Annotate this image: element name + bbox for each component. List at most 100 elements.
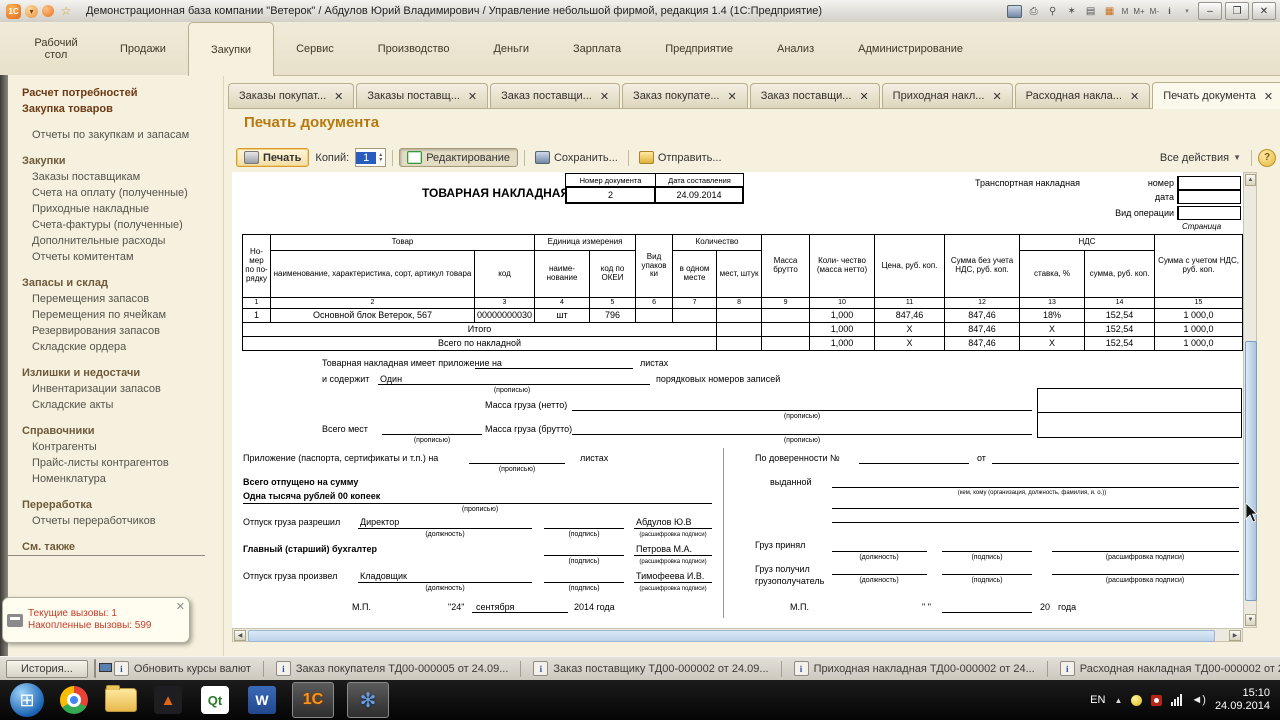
menu-tab-закупки[interactable]: Закупки	[187, 22, 275, 76]
sidebar-item[interactable]: Перемещения запасов	[8, 291, 223, 307]
sidebar-item[interactable]: Закупка товаров	[8, 101, 223, 117]
stepper-arrows-icon[interactable]: ▲ ▼	[376, 152, 385, 163]
tab-close-icon[interactable]: ✕	[728, 90, 737, 103]
taskbar-1c-icon[interactable]: 1С	[292, 682, 334, 718]
taskbar-explorer-icon[interactable]	[104, 683, 138, 717]
sidebar-item[interactable]: Приходные накладные	[8, 201, 223, 217]
memory-mminus-button[interactable]: M-	[1149, 4, 1160, 19]
document-tab[interactable]: Приходная накл... ✕	[881, 83, 1013, 108]
scroll-left-icon[interactable]: ◀	[234, 630, 246, 641]
menu-tab-рабочий-стол[interactable]: Рабочий стол	[14, 22, 98, 75]
info-icon[interactable]: i	[1163, 5, 1176, 18]
calculator-icon[interactable]: ▤	[1083, 4, 1099, 19]
statusbar-window-button[interactable]: i Обновить курсы валют	[108, 660, 257, 677]
sidebar-item[interactable]: Отчеты по закупкам и запасам	[8, 127, 223, 143]
sidebar-item[interactable]: Прайс-листы контрагентов	[8, 455, 223, 471]
scroll-down-icon[interactable]: ▼	[1245, 614, 1256, 626]
sidebar-item[interactable]: Заказы поставщикам	[8, 169, 223, 185]
sidebar-item[interactable]: Резервирования запасов	[8, 323, 223, 339]
sidebar-item[interactable]: Перемещения по ячейкам	[8, 307, 223, 323]
statusbar-window-button[interactable]: i Приходная накладная ТД00-000002 от 24..…	[788, 660, 1041, 677]
vertical-scrollbar[interactable]: ▲ ▼	[1243, 172, 1257, 628]
send-button[interactable]: Отправить...	[635, 149, 726, 166]
quick-access-icon[interactable]	[42, 5, 54, 17]
taskbar-start-icon[interactable]: ⊞	[10, 683, 44, 717]
menu-tab-производство[interactable]: Производство	[356, 22, 472, 75]
menu-tab-администрирование[interactable]: Администрирование	[836, 22, 985, 75]
scroll-right-icon[interactable]: ▶	[1229, 630, 1241, 641]
sidebar-item[interactable]: Счета-фактуры (полученные)	[8, 217, 223, 233]
sidebar-item[interactable]: Контрагенты	[8, 439, 223, 455]
sidebar-item[interactable]: Номенклатура	[8, 471, 223, 487]
print-button[interactable]: Печать	[236, 148, 310, 167]
menu-tab-предприятие[interactable]: Предприятие	[643, 22, 755, 75]
menu-tab-деньги[interactable]: Деньги	[471, 22, 551, 75]
tray-yellow-icon[interactable]	[1131, 694, 1143, 706]
all-actions-button[interactable]: Все действия ▼	[1156, 150, 1245, 166]
sidebar-item[interactable]: Отчеты переработчиков	[8, 513, 223, 529]
taskbar-chrome-icon[interactable]	[57, 683, 91, 717]
tab-close-icon[interactable]: ✕	[1264, 90, 1273, 103]
tab-close-icon[interactable]: ✕	[1130, 90, 1139, 103]
tab-close-icon[interactable]: ✕	[600, 90, 609, 103]
network-signal-icon[interactable]	[1171, 694, 1183, 706]
taskbar-qt-icon[interactable]: Qt	[198, 683, 232, 717]
sidebar-item[interactable]: Инвентаризации запасов	[8, 381, 223, 397]
print-icon[interactable]: ⎙	[1026, 4, 1042, 19]
tab-close-icon[interactable]: ✕	[334, 90, 343, 103]
save-icon[interactable]	[1007, 4, 1023, 19]
info-dropdown-icon[interactable]: ▾	[1179, 4, 1195, 19]
memory-m-button[interactable]: M	[1121, 4, 1130, 19]
statusbar-window-button[interactable]: i Заказ покупателя ТД00-000005 от 24.09..…	[270, 660, 514, 677]
document-tab[interactable]: Заказы покупат... ✕	[228, 83, 355, 108]
add-favorite-icon[interactable]: ✶	[1064, 4, 1080, 19]
sidebar-item[interactable]: Счета на оплату (полученные)	[8, 185, 223, 201]
notification-close-icon[interactable]: ✕	[176, 600, 185, 613]
tray-expand-icon[interactable]: ▲	[1114, 696, 1122, 705]
menu-tab-зарплата[interactable]: Зарплата	[551, 22, 643, 75]
vertical-scroll-thumb[interactable]	[1245, 341, 1257, 601]
history-button[interactable]: История...	[6, 659, 88, 678]
taskbar-clock[interactable]: 15:10 24.09.2014	[1215, 687, 1270, 713]
document-tab[interactable]: Расходная накла... ✕	[1014, 83, 1151, 108]
sidebar-item[interactable]: Дополнительные расходы	[8, 233, 223, 249]
sidebar-item[interactable]: Расчет потребностей	[8, 85, 223, 101]
document-tab[interactable]: Заказ поставщи... ✕	[490, 83, 621, 108]
app-1c-logo-icon[interactable]: 1С	[6, 3, 21, 19]
sidebar-item[interactable]: Складские ордера	[8, 339, 223, 355]
taskbar-word-icon[interactable]: W	[245, 683, 279, 717]
language-indicator[interactable]: EN	[1090, 694, 1105, 706]
help-button[interactable]: ?	[1258, 148, 1276, 167]
main-menu-dropdown-icon[interactable]: ▾	[25, 4, 38, 18]
document-tab[interactable]: Заказы поставщ... ✕	[356, 83, 489, 108]
tray-red-icon[interactable]	[1151, 694, 1163, 706]
close-button[interactable]: ✕	[1252, 2, 1276, 20]
restore-button[interactable]: ❐	[1225, 2, 1249, 20]
favorites-star-icon[interactable]: ☆	[58, 4, 74, 19]
sidebar-item[interactable]: Складские акты	[8, 397, 223, 413]
document-tab[interactable]: Печать документа ✕	[1152, 82, 1280, 109]
menu-tab-продажи[interactable]: Продажи	[98, 22, 188, 75]
document-tab[interactable]: Заказ поставщи... ✕	[749, 83, 880, 108]
horizontal-scroll-thumb[interactable]	[248, 630, 1215, 642]
copies-stepper[interactable]: 1 ▲ ▼	[355, 148, 387, 167]
memory-mplus-button[interactable]: M+	[1132, 4, 1145, 19]
tab-close-icon[interactable]: ✕	[992, 90, 1001, 103]
print-preview-icon[interactable]: ⚲	[1045, 4, 1061, 19]
show-desktop-monitor-icon[interactable]	[93, 659, 112, 678]
menu-tab-сервис[interactable]: Сервис	[274, 22, 356, 75]
statusbar-window-button[interactable]: i Расходная накладная ТД00-000002 от 24..…	[1054, 660, 1280, 677]
volume-icon[interactable]: ◄)	[1191, 694, 1206, 706]
menu-tab-анализ[interactable]: Анализ	[755, 22, 836, 75]
taskbar-flower-icon[interactable]: ✻	[347, 682, 389, 718]
edit-toggle-button[interactable]: Редактирование	[399, 148, 518, 167]
minimize-button[interactable]: –	[1198, 2, 1222, 20]
tab-close-icon[interactable]: ✕	[859, 90, 868, 103]
scroll-up-icon[interactable]: ▲	[1245, 174, 1256, 186]
calendar-icon[interactable]: ▦	[1102, 4, 1118, 19]
statusbar-window-button[interactable]: i Заказ поставщику ТД00-000002 от 24.09..…	[527, 660, 774, 677]
document-tab[interactable]: Заказ покупате... ✕	[622, 83, 748, 108]
horizontal-scrollbar[interactable]: ◀ ▶	[232, 628, 1243, 642]
taskbar-dark-icon[interactable]: ▲	[151, 683, 185, 717]
tab-close-icon[interactable]: ✕	[468, 90, 477, 103]
